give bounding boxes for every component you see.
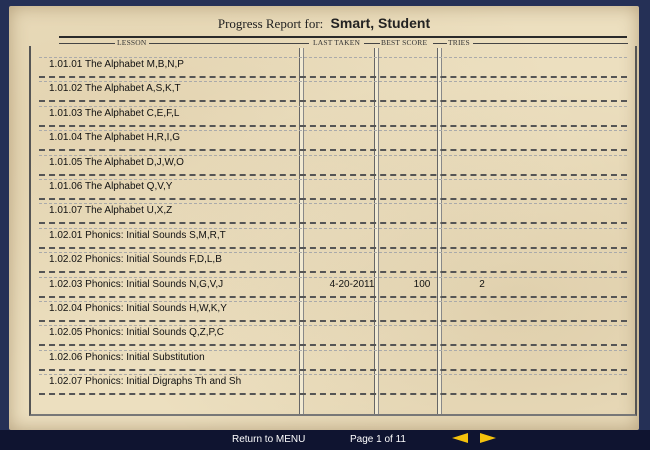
table-row[interactable]: 1.01.04 The Alphabet H,R,I,G	[39, 127, 627, 152]
lesson-name: 1.01.06 The Alphabet Q,V,Y	[49, 181, 173, 192]
lesson-name: 1.01.05 The Alphabet D,J,W,O	[49, 156, 184, 168]
bottom-bar: Return to MENU Page 1 of 11	[0, 430, 650, 450]
table-row[interactable]: 1.01.05 The Alphabet D,J,W,O	[39, 152, 627, 176]
last-taken-value: 4-20-2011	[329, 278, 375, 290]
lesson-name: 1.01.04 The Alphabet H,R,I,G	[49, 132, 181, 144]
table-row[interactable]: 1.01.07 The Alphabet U,X,Z	[39, 200, 627, 225]
table-row[interactable]: 1.01.01 The Alphabet M,B,N,P	[39, 54, 627, 78]
report-card: Progress Report for: Smart, Student LESS…	[9, 6, 639, 430]
lesson-name: 1.01.03 The Alphabet C,E,F,L	[49, 107, 180, 119]
table-row[interactable]: 1.02.06 Phonics: Initial Substitution	[39, 347, 627, 371]
lesson-name: 1.01.02 The Alphabet A,S,K,T	[49, 83, 181, 95]
table-row[interactable]: 1.02.01 Phonics: Initial Sounds S,M,R,T	[39, 225, 627, 249]
lesson-name: 1.01.01 The Alphabet M,B,N,P	[49, 59, 184, 70]
lesson-name: 1.02.07 Phonics: Initial Digraphs Th and…	[49, 376, 242, 388]
page-title: Progress Report for: Smart, Student	[9, 15, 639, 32]
lesson-name: 1.02.03 Phonics: Initial Sounds N,G,V,J	[49, 278, 224, 290]
lesson-name: 1.02.05 Phonics: Initial Sounds Q,Z,P,C	[49, 327, 224, 339]
table-row[interactable]: 1.01.03 The Alphabet C,E,F,L	[39, 103, 627, 127]
page-indicator: Page 1 of 11	[350, 434, 406, 445]
tries-value: 2	[479, 278, 485, 290]
table-row[interactable]: 1.01.02 The Alphabet A,S,K,T	[39, 78, 627, 103]
lesson-name: 1.02.01 Phonics: Initial Sounds S,M,R,T	[49, 229, 226, 241]
table-row[interactable]: 1.02.05 Phonics: Initial Sounds Q,Z,P,C	[39, 322, 627, 347]
table-row[interactable]: 1.02.03 Phonics: Initial Sounds N,G,V,J 4…	[39, 274, 627, 298]
arrow-left-icon[interactable]	[452, 433, 468, 443]
table-row[interactable]: 1.02.07 Phonics: Initial Digraphs Th and…	[39, 371, 627, 396]
lesson-name: 1.01.07 The Alphabet U,X,Z	[49, 205, 173, 217]
title-prefix: Progress Report for:	[217, 16, 324, 31]
table-row[interactable]: 1.01.06 The Alphabet Q,V,Y	[39, 176, 627, 200]
lesson-name: 1.02.06 Phonics: Initial Substitution	[49, 351, 205, 363]
row-divider	[39, 393, 627, 396]
return-to-menu-button[interactable]: Return to MENU	[232, 434, 305, 445]
table-row[interactable]: 1.02.02 Phonics: Initial Sounds F,D,L,B	[39, 249, 627, 274]
window-frame: Progress Report for: Smart, Student LESS…	[0, 0, 650, 450]
student-name: Smart, Student	[330, 15, 431, 31]
lesson-name: 1.02.02 Phonics: Initial Sounds F,D,L,B	[49, 254, 222, 266]
table-row[interactable]: 1.02.04 Phonics: Initial Sounds H,W,K,Y	[39, 298, 627, 322]
lesson-name: 1.02.04 Phonics: Initial Sounds H,W,K,Y	[49, 303, 227, 314]
best-score-value: 100	[413, 278, 431, 290]
arrow-right-icon[interactable]	[480, 433, 496, 443]
